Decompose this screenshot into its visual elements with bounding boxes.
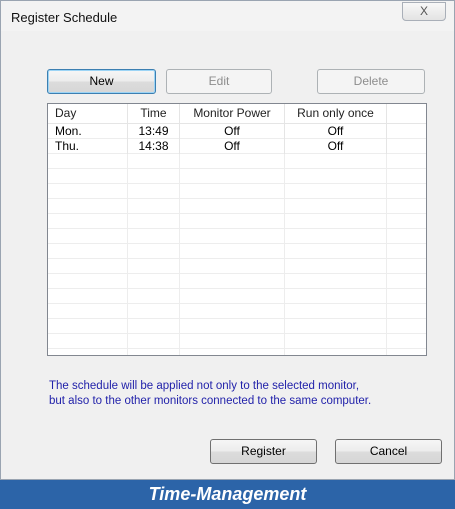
column-header-run-only-once[interactable]: Run only once: [285, 104, 387, 123]
cell-day: Mon.: [48, 124, 128, 139]
new-button[interactable]: New: [47, 69, 156, 94]
edit-button[interactable]: Edit: [166, 69, 272, 94]
cell-monitor-power: Off: [180, 139, 285, 154]
caption-banner: Time-Management: [0, 480, 455, 509]
table-row[interactable]: Mon. 13:49 Off Off: [48, 124, 426, 139]
close-button[interactable]: X: [402, 2, 446, 21]
list-gridlines: [48, 124, 426, 355]
note-line-1: The schedule will be applied not only to…: [49, 380, 360, 392]
register-schedule-dialog: Register Schedule X New Edit Delete Day …: [0, 0, 455, 480]
schedule-note: The schedule will be applied not only to…: [49, 379, 419, 409]
cancel-button[interactable]: Cancel: [335, 439, 442, 464]
dialog-title: Register Schedule: [11, 10, 118, 25]
table-row[interactable]: Thu. 14:38 Off Off: [48, 139, 426, 154]
cell-monitor-power: Off: [180, 124, 285, 139]
column-header-time[interactable]: Time: [128, 104, 180, 123]
list-rows: Mon. 13:49 Off Off Thu. 14:38 Off Off: [48, 124, 426, 154]
list-header: Day Time Monitor Power Run only once: [48, 104, 426, 124]
cell-run-only-once: Off: [285, 124, 387, 139]
cell-day: Thu.: [48, 139, 128, 154]
title-bar: Register Schedule X: [1, 1, 454, 31]
column-header-day[interactable]: Day: [48, 104, 128, 123]
schedule-list[interactable]: Day Time Monitor Power Run only once Mon…: [47, 103, 427, 356]
close-icon: X: [419, 4, 428, 18]
note-line-2: but also to the other monitors connected…: [49, 395, 372, 407]
cell-time: 13:49: [128, 124, 180, 139]
delete-button[interactable]: Delete: [317, 69, 425, 94]
register-button[interactable]: Register: [210, 439, 317, 464]
column-header-filler: [387, 104, 426, 123]
cell-time: 14:38: [128, 139, 180, 154]
column-header-monitor-power[interactable]: Monitor Power: [180, 104, 285, 123]
cell-run-only-once: Off: [285, 139, 387, 154]
